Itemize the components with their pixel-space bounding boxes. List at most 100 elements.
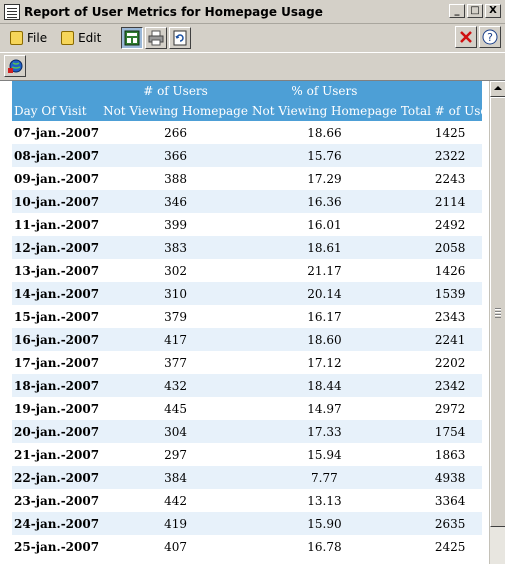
cell-users-not-viewing: 366 bbox=[101, 144, 250, 167]
cell-total-users: 2114 bbox=[398, 190, 482, 213]
globe-icon bbox=[8, 59, 23, 73]
report-table-container: # of Users % of Users Day Of Visit Not V… bbox=[12, 81, 482, 564]
header-day-line1 bbox=[12, 81, 102, 101]
table-header-row-2: Day Of Visit Not Viewing Homepage Not Vi… bbox=[12, 101, 482, 121]
cell-pct-not-viewing: 18.44 bbox=[249, 374, 399, 397]
cell-day: 19-jan.-2007 bbox=[12, 397, 102, 420]
cell-users-not-viewing: 346 bbox=[101, 190, 250, 213]
scroll-grip-icon bbox=[495, 308, 501, 318]
cell-total-users: 1539 bbox=[398, 282, 482, 305]
cell-day: 15-jan.-2007 bbox=[12, 305, 102, 328]
cell-day: 16-jan.-2007 bbox=[12, 328, 102, 351]
cell-total-users: 1426 bbox=[398, 259, 482, 282]
close-button[interactable]: X bbox=[485, 4, 501, 18]
cell-day: 14-jan.-2007 bbox=[12, 282, 102, 305]
table-row: 20-jan.-2007 304 17.33 1754 bbox=[12, 420, 482, 443]
header-pct: Not Viewing Homepage bbox=[249, 101, 399, 121]
table-row: 08-jan.-2007 366 15.76 2322 bbox=[12, 144, 482, 167]
cell-total-users: 2343 bbox=[398, 305, 482, 328]
print-button[interactable] bbox=[145, 27, 168, 49]
menu-edit[interactable]: Edit bbox=[61, 31, 101, 45]
cell-pct-not-viewing: 18.66 bbox=[249, 121, 399, 144]
cell-pct-not-viewing: 17.12 bbox=[249, 351, 399, 374]
cell-users-not-viewing: 445 bbox=[101, 397, 250, 420]
table-row: 09-jan.-2007 388 17.29 2243 bbox=[12, 167, 482, 190]
maximize-button[interactable]: □ bbox=[467, 4, 483, 18]
cell-users-not-viewing: 399 bbox=[101, 213, 250, 236]
right-toolbar: ? bbox=[455, 26, 501, 48]
report-icon bbox=[4, 3, 20, 20]
cell-day: 23-jan.-2007 bbox=[12, 489, 102, 512]
cell-pct-not-viewing: 15.94 bbox=[249, 443, 399, 466]
table-row: 07-jan.-2007 266 18.66 1425 bbox=[12, 121, 482, 144]
cell-day: 17-jan.-2007 bbox=[12, 351, 102, 374]
secondary-toolbar bbox=[0, 52, 505, 80]
cell-pct-not-viewing: 16.01 bbox=[249, 213, 399, 236]
help-button[interactable]: ? bbox=[479, 26, 501, 48]
refresh-button[interactable] bbox=[169, 27, 192, 49]
scroll-up-arrow-icon[interactable] bbox=[490, 81, 505, 97]
close-report-button[interactable] bbox=[455, 26, 477, 48]
table-row: 25-jan.-2007 407 16.78 2425 bbox=[12, 535, 482, 558]
table-row: 16-jan.-2007 417 18.60 2241 bbox=[12, 328, 482, 351]
report-view-icon bbox=[124, 30, 140, 46]
cell-users-not-viewing: 379 bbox=[101, 305, 250, 328]
edit-icon bbox=[61, 31, 75, 45]
cell-users-not-viewing: 442 bbox=[101, 489, 250, 512]
window-controls: _ □ X bbox=[449, 4, 501, 18]
cell-total-users: 2322 bbox=[398, 144, 482, 167]
cell-total-users: 2243 bbox=[398, 167, 482, 190]
cell-pct-not-viewing: 21.17 bbox=[249, 259, 399, 282]
menu-edit-label: Edit bbox=[78, 31, 102, 45]
cell-day: 10-jan.-2007 bbox=[12, 190, 102, 213]
table-row: 21-jan.-2007 297 15.94 1863 bbox=[12, 443, 482, 466]
table-row: 14-jan.-2007 310 20.14 1539 bbox=[12, 282, 482, 305]
cell-pct-not-viewing: 16.17 bbox=[249, 305, 399, 328]
cell-users-not-viewing: 297 bbox=[101, 443, 250, 466]
cell-users-not-viewing: 388 bbox=[101, 167, 250, 190]
table-row: 19-jan.-2007 445 14.97 2972 bbox=[12, 397, 482, 420]
cell-day: 20-jan.-2007 bbox=[12, 420, 102, 443]
report-view-button[interactable] bbox=[121, 27, 144, 49]
menu-file[interactable]: File bbox=[10, 31, 47, 45]
cell-day: 08-jan.-2007 bbox=[12, 144, 102, 167]
table-header-row-1: # of Users % of Users bbox=[12, 81, 482, 101]
cell-pct-not-viewing: 16.78 bbox=[249, 535, 399, 558]
cell-pct-not-viewing: 20.14 bbox=[249, 282, 399, 305]
cell-day: 13-jan.-2007 bbox=[12, 259, 102, 282]
cell-day: 09-jan.-2007 bbox=[12, 167, 102, 190]
cell-total-users: 2202 bbox=[398, 351, 482, 374]
table-row: 22-jan.-2007 384 7.77 4938 bbox=[12, 466, 482, 489]
cell-pct-not-viewing: 18.60 bbox=[249, 328, 399, 351]
cell-pct-not-viewing: 17.33 bbox=[249, 420, 399, 443]
cell-day: 22-jan.-2007 bbox=[12, 466, 102, 489]
table-row: 12-jan.-2007 383 18.61 2058 bbox=[12, 236, 482, 259]
cell-users-not-viewing: 383 bbox=[101, 236, 250, 259]
cell-total-users: 3364 bbox=[398, 489, 482, 512]
minimize-button[interactable]: _ bbox=[449, 4, 465, 18]
cell-day: 25-jan.-2007 bbox=[12, 535, 102, 558]
cell-total-users: 2241 bbox=[398, 328, 482, 351]
cell-day: 07-jan.-2007 bbox=[12, 121, 102, 144]
cell-total-users: 2972 bbox=[398, 397, 482, 420]
cell-total-users: 2342 bbox=[398, 374, 482, 397]
menu-file-label: File bbox=[27, 31, 48, 45]
cell-users-not-viewing: 302 bbox=[101, 259, 250, 282]
cell-users-not-viewing: 377 bbox=[101, 351, 250, 374]
header-total: Total # of Users bbox=[398, 101, 482, 121]
table-row: 18-jan.-2007 432 18.44 2342 bbox=[12, 374, 482, 397]
cell-pct-not-viewing: 18.61 bbox=[249, 236, 399, 259]
globe-button[interactable] bbox=[4, 55, 26, 77]
cell-users-not-viewing: 432 bbox=[101, 374, 250, 397]
vertical-scrollbar[interactable] bbox=[489, 81, 505, 564]
report-area: # of Users % of Users Day Of Visit Not V… bbox=[0, 80, 505, 564]
print-icon bbox=[148, 30, 164, 46]
cell-users-not-viewing: 304 bbox=[101, 420, 250, 443]
header-day: Day Of Visit bbox=[12, 101, 102, 121]
header-users: Not Viewing Homepage bbox=[101, 101, 250, 121]
scroll-thumb[interactable] bbox=[490, 97, 505, 527]
menu-bar: File Edit ? bbox=[0, 24, 505, 52]
refresh-icon bbox=[173, 30, 187, 46]
window-title: Report of User Metrics for Homepage Usag… bbox=[24, 4, 323, 19]
cell-total-users: 1863 bbox=[398, 443, 482, 466]
